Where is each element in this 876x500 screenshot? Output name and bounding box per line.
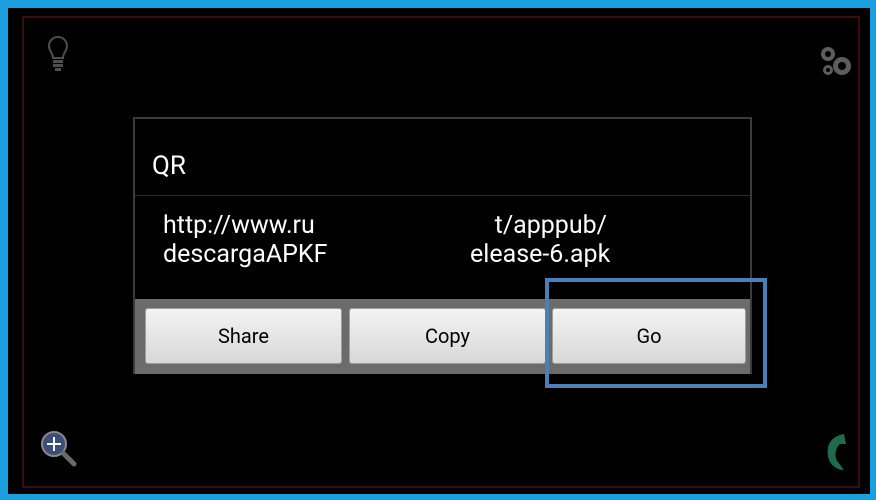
dialog-title: QR — [152, 151, 186, 181]
settings-gears-icon[interactable] — [818, 44, 854, 82]
camera-switch-icon[interactable] — [822, 432, 852, 476]
copy-button[interactable]: Copy — [349, 308, 546, 364]
zoom-in-icon[interactable] — [40, 430, 80, 474]
share-button[interactable]: Share — [145, 308, 342, 364]
lightbulb-icon[interactable] — [47, 35, 69, 76]
go-button-highlight — [545, 278, 767, 388]
qr-url-text: http://www.ru t/apppub/ descargaAPKF ele… — [163, 211, 611, 269]
title-divider — [135, 195, 750, 196]
